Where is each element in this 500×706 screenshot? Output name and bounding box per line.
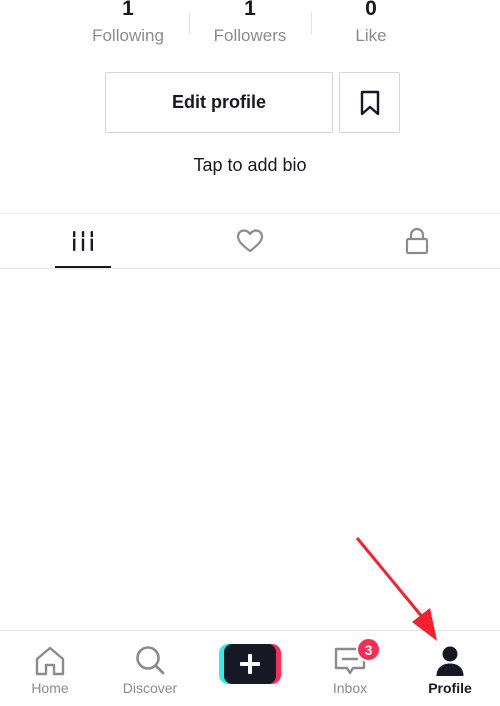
followers-count: 1 [244, 0, 256, 20]
add-bio-prompt[interactable]: Tap to add bio [0, 155, 500, 176]
home-icon [35, 646, 65, 676]
nav-inbox-label: Inbox [332, 680, 368, 696]
profile-stats: 1 Following 1 Followers 0 Like [0, 0, 500, 60]
search-icon [136, 646, 165, 675]
following-count: 1 [122, 0, 134, 20]
tab-videos[interactable] [55, 214, 111, 268]
inbox-notification-badge: 3 [356, 637, 381, 662]
following-label: Following [92, 26, 164, 45]
edit-profile-button[interactable]: Edit profile [105, 72, 333, 133]
lock-icon [405, 227, 429, 255]
nav-inbox[interactable]: Inbox [300, 631, 400, 706]
likes-label: Like [355, 26, 387, 45]
followers-label: Followers [213, 26, 287, 45]
nav-profile-label: Profile [428, 680, 472, 696]
nav-profile[interactable]: Profile [400, 631, 500, 706]
bookmark-icon [360, 90, 379, 115]
active-tab-indicator [55, 266, 111, 268]
nav-home-label: Home [31, 680, 69, 696]
create-button-core [224, 644, 276, 684]
create-video-button[interactable] [219, 644, 281, 684]
likes-count: 0 [365, 0, 377, 20]
plus-icon [240, 654, 260, 674]
likes-stat[interactable]: 0 Like [311, 0, 431, 47]
nav-discover-label: Discover [122, 680, 178, 696]
favorites-button[interactable] [339, 72, 400, 133]
profile-content-tabs [0, 213, 500, 269]
videos-grid-icon [71, 231, 95, 251]
nav-home[interactable]: Home [0, 631, 100, 706]
tab-private[interactable] [389, 214, 445, 268]
nav-discover[interactable]: Discover [100, 631, 200, 706]
profile-person-icon [436, 646, 464, 676]
followers-stat[interactable]: 1 Followers [190, 0, 310, 47]
tab-liked[interactable] [222, 214, 278, 268]
heart-icon [236, 229, 264, 253]
following-stat[interactable]: 1 Following [68, 0, 188, 47]
